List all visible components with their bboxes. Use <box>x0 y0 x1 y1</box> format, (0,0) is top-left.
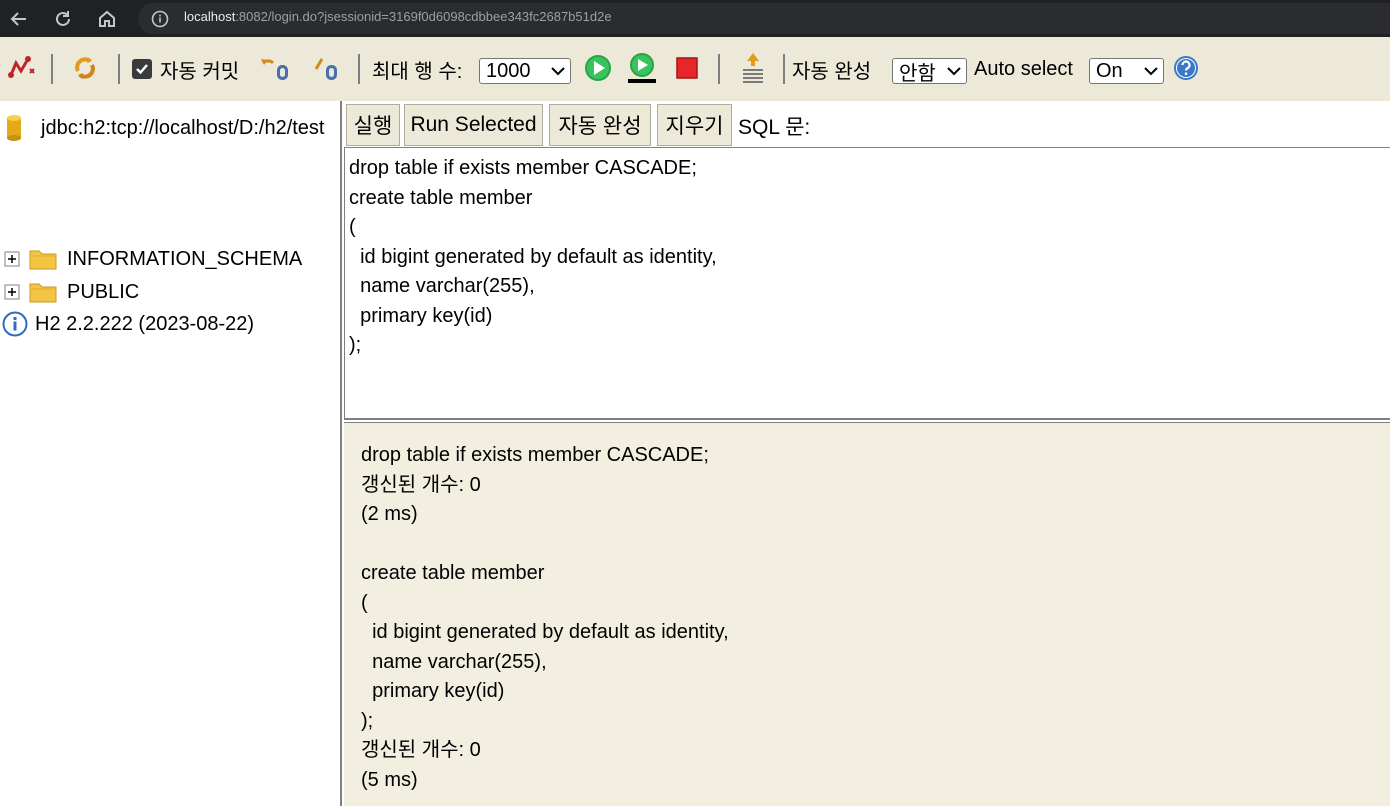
arrow-left-icon <box>10 12 26 26</box>
toolbar-separator <box>358 54 360 84</box>
run-step-button[interactable] <box>625 51 659 85</box>
auto-commit-toggle[interactable]: 자동 커밋 <box>132 37 239 101</box>
url-host: localhost <box>184 9 236 24</box>
tree-schema-public[interactable]: PUBLIC <box>4 277 139 307</box>
commit-button[interactable] <box>310 51 344 85</box>
sql-editor[interactable]: drop table if exists member CASCADE; cre… <box>344 147 1390 420</box>
run-button[interactable] <box>581 51 615 85</box>
refresh-button[interactable] <box>68 51 102 85</box>
disconnect-icon <box>8 56 35 78</box>
clear-button[interactable]: 지우기 <box>657 104 732 146</box>
max-rows-select[interactable]: 1000 <box>479 58 571 84</box>
auto-select-select[interactable]: On <box>1089 58 1164 84</box>
sql-button-bar: 실행 Run Selected 자동 완성 지우기 SQL 문: <box>344 101 1390 147</box>
commit-icon <box>314 58 337 80</box>
chevron-down-icon <box>551 67 565 76</box>
folder-icon <box>29 250 57 270</box>
disconnect-button[interactable] <box>4 51 38 85</box>
browser-chrome: localhost:8082/login.do?jsessionid=3169f… <box>0 0 1390 37</box>
expand-plus-icon[interactable] <box>4 284 20 300</box>
history-list-icon <box>743 53 763 83</box>
info-icon <box>2 311 28 337</box>
stop-icon <box>676 57 698 79</box>
toolbar-separator <box>51 54 53 84</box>
site-info-icon[interactable] <box>150 9 170 29</box>
auto-select-value: On <box>1096 59 1123 82</box>
url-path: :8082/login.do?jsessionid=3169f0d6098cdb… <box>235 9 612 24</box>
result-panel: drop table if exists member CASCADE; 갱신된… <box>344 422 1390 806</box>
auto-complete-value: 안함 <box>899 62 936 85</box>
sql-statement-label: SQL 문: <box>738 116 811 139</box>
schema-tree: jdbc:h2:tcp://localhost/D:/h2/test INFOR… <box>0 101 342 806</box>
connection-url: jdbc:h2:tcp://localhost/D:/h2/test <box>41 116 325 139</box>
run-sql-button[interactable]: 실행 <box>346 104 400 146</box>
folder-icon <box>29 283 57 303</box>
chevron-down-icon <box>1144 67 1158 76</box>
toolbar-separator <box>783 54 785 84</box>
tree-version-info: H2 2.2.222 (2023-08-22) <box>2 309 254 339</box>
auto-complete-select[interactable]: 안함 <box>892 58 967 85</box>
help-button[interactable] <box>1169 51 1203 85</box>
version-text: H2 2.2.222 (2023-08-22) <box>35 312 255 335</box>
help-icon <box>1174 56 1198 80</box>
reload-button[interactable] <box>50 6 76 32</box>
play-step-icon <box>628 53 656 83</box>
refresh-arrows-icon <box>75 57 95 79</box>
back-button[interactable] <box>6 6 32 32</box>
tree-connection-node[interactable]: jdbc:h2:tcp://localhost/D:/h2/test <box>4 113 325 143</box>
max-rows-label: 최대 행 수: <box>372 60 463 83</box>
database-icon <box>7 115 21 141</box>
max-rows-value: 1000 <box>486 59 531 82</box>
toolbar-separator <box>118 54 120 84</box>
reload-icon <box>56 11 70 26</box>
run-selected-button[interactable]: Run Selected <box>404 104 543 146</box>
home-icon <box>99 10 115 27</box>
schema-name: PUBLIC <box>67 280 140 303</box>
rollback-button[interactable] <box>259 51 293 85</box>
url-text: localhost:8082/login.do?jsessionid=3169f… <box>184 9 612 24</box>
schema-name: INFORMATION_SCHEMA <box>67 247 303 270</box>
address-bar[interactable]: localhost:8082/login.do?jsessionid=3169f… <box>138 3 1390 34</box>
cancel-button[interactable] <box>670 51 704 85</box>
expand-plus-icon[interactable] <box>4 251 20 267</box>
tree-schema-information[interactable]: INFORMATION_SCHEMA <box>4 244 302 274</box>
checkmark-icon <box>136 64 148 75</box>
chevron-down-icon <box>947 67 961 76</box>
h2-toolbar: 자동 커밋 최대 행 수: 1000 자동 완성 안함 Auto select … <box>0 37 1390 101</box>
rollback-icon <box>261 59 288 80</box>
history-button[interactable] <box>736 51 770 85</box>
toolbar-separator <box>718 54 720 84</box>
auto-commit-label: 자동 커밋 <box>160 60 240 83</box>
home-button[interactable] <box>94 6 120 32</box>
auto-complete-label: 자동 완성 <box>792 60 872 83</box>
auto-select-label: Auto select <box>974 57 1073 80</box>
auto-complete-button[interactable]: 자동 완성 <box>549 104 651 146</box>
auto-commit-checkbox[interactable] <box>132 59 152 79</box>
play-icon <box>585 55 611 81</box>
